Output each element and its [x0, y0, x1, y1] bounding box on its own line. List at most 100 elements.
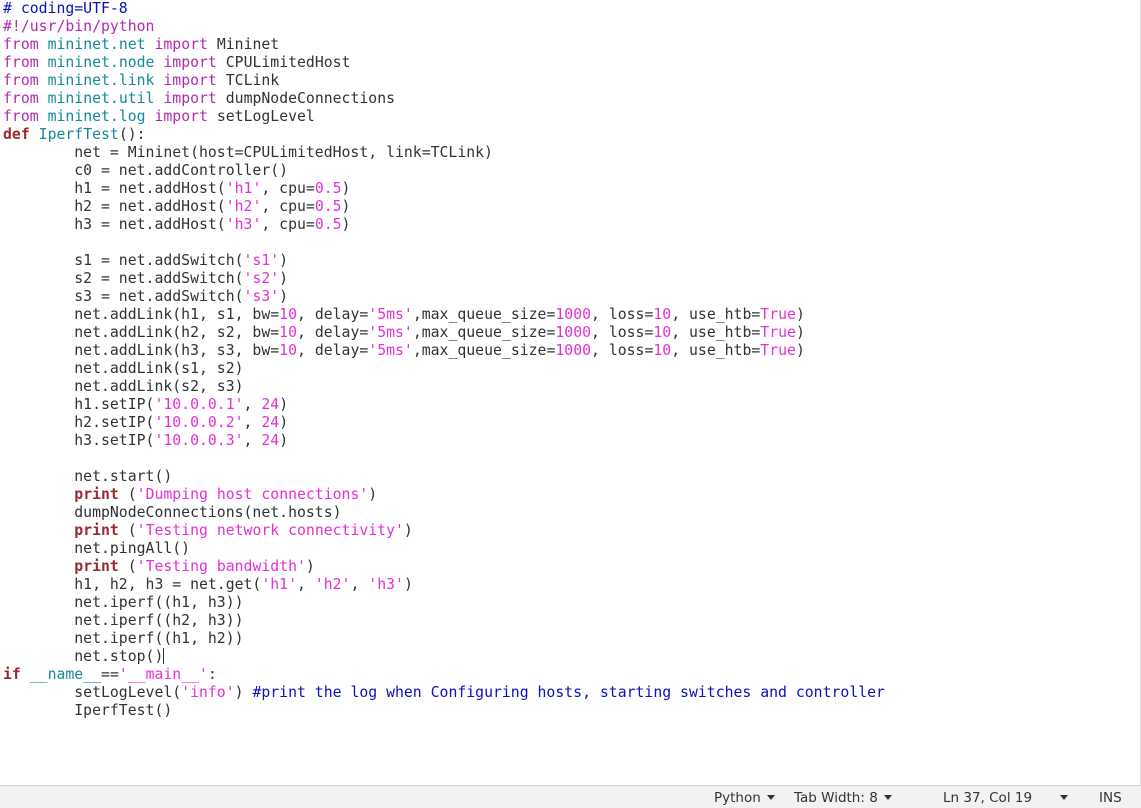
code-line[interactable]: h3 = net.addHost('h3', cpu=0.5)	[3, 216, 885, 234]
tab-width-label: Tab Width: 8	[794, 790, 878, 806]
code-token: c0 = net.addController()	[3, 162, 289, 179]
code-token: h2.setIP(	[3, 414, 155, 431]
code-line[interactable]: net.addLink(h1, s1, bw=10, delay='5ms',m…	[3, 306, 885, 324]
code-token: 10	[653, 306, 672, 323]
code-line[interactable]: net.iperf((h1, h2))	[3, 630, 885, 648]
code-token: h1, h2, h3 = net.get(	[3, 576, 262, 593]
chevron-down-icon	[766, 795, 775, 800]
code-token: setLogLevel	[207, 108, 315, 125]
code-line[interactable]: h2.setIP('10.0.0.2', 24)	[3, 414, 885, 432]
code-line[interactable]: print ('Testing network connectivity')	[3, 522, 885, 540]
code-line[interactable]: net.stop()	[3, 648, 885, 666]
code-line[interactable]: def IperfTest():	[3, 126, 885, 144]
code-token: IperfTest	[38, 126, 119, 143]
code-line[interactable]: from mininet.net import Mininet	[3, 36, 885, 54]
code-token: )	[341, 216, 351, 233]
code-token: from	[3, 108, 39, 125]
code-line[interactable]: net.iperf((h2, h3))	[3, 612, 885, 630]
code-token: 10	[653, 324, 672, 341]
cursor-position[interactable]: Ln 37, Col 19	[943, 789, 1032, 807]
code-line[interactable]: h2 = net.addHost('h2', cpu=0.5)	[3, 198, 885, 216]
text-cursor	[163, 648, 165, 664]
code-line[interactable]	[3, 450, 885, 468]
code-token: 's1'	[243, 252, 280, 269]
code-line[interactable]: net.addLink(s2, s3)	[3, 378, 885, 396]
code-line[interactable]: # coding=UTF-8	[3, 0, 885, 18]
tab-width-selector[interactable]: Tab Width: 8	[794, 789, 892, 807]
code-token: mininet.log	[47, 108, 146, 125]
code-token: from	[3, 72, 39, 89]
code-line[interactable]: from mininet.link import TCLink	[3, 72, 885, 90]
code-line[interactable]: net.addLink(h2, s2, bw=10, delay='5ms',m…	[3, 324, 885, 342]
code-line[interactable]: dumpNodeConnections(net.hosts)	[3, 504, 885, 522]
code-line[interactable]: print ('Testing bandwidth')	[3, 558, 885, 576]
code-token: print	[74, 486, 119, 503]
code-token: 'Dumping host connections'	[136, 486, 369, 503]
code-token: ():	[118, 126, 146, 143]
code-line[interactable]: h1 = net.addHost('h1', cpu=0.5)	[3, 180, 885, 198]
code-token: import	[163, 72, 217, 89]
code-token: s2 = net.addSwitch(	[3, 270, 244, 287]
code-line[interactable]: net.iperf((h1, h3))	[3, 594, 885, 612]
code-line[interactable]: net.pingAll()	[3, 540, 885, 558]
position-menu[interactable]	[1060, 789, 1068, 807]
code-token: CPULimitedHost	[216, 54, 351, 71]
code-token: net.start()	[3, 468, 173, 485]
code-token: (	[118, 486, 137, 503]
code-line[interactable]: h1, h2, h3 = net.get('h1', 'h2', 'h3')	[3, 576, 885, 594]
code-text[interactable]: # coding=UTF-8 #!/usr/bin/python from mini…	[3, 0, 885, 720]
code-line[interactable]: s1 = net.addSwitch('s1')	[3, 252, 885, 270]
code-token: mininet.link	[47, 72, 155, 89]
code-line[interactable]: if __name__=='__main__':	[3, 666, 885, 684]
code-line[interactable]: IperfTest()	[3, 702, 885, 720]
code-token: net.iperf((h1, h3))	[3, 594, 244, 611]
code-line[interactable]: from mininet.log import setLogLevel	[3, 108, 885, 126]
code-token: 'h2'	[314, 576, 351, 593]
code-line[interactable]: from mininet.util import dumpNodeConnect…	[3, 90, 885, 108]
code-line[interactable]	[3, 234, 885, 252]
code-token: print	[74, 522, 119, 539]
code-token: #print the log when Configuring hosts, s…	[252, 684, 885, 701]
code-editor[interactable]: # coding=UTF-8 #!/usr/bin/python from mini…	[0, 0, 1141, 785]
code-line[interactable]: net.start()	[3, 468, 885, 486]
code-token: h1 = net.addHost(	[3, 180, 226, 197]
code-line[interactable]: #!/usr/bin/python	[3, 18, 885, 36]
chevron-down-icon	[1060, 795, 1068, 800]
code-line[interactable]: net = Mininet(host=CPULimitedHost, link=…	[3, 144, 885, 162]
code-token: import	[163, 90, 217, 107]
code-token: ,	[243, 432, 262, 449]
code-token: net.addLink(h2, s2, bw=	[3, 324, 280, 341]
language-label: Python	[714, 790, 761, 806]
code-line[interactable]: s2 = net.addSwitch('s2')	[3, 270, 885, 288]
code-token: mininet.node	[47, 54, 155, 71]
code-token: True	[760, 342, 796, 359]
code-line[interactable]: net.addLink(s1, s2)	[3, 360, 885, 378]
code-token: net.pingAll()	[3, 540, 191, 557]
code-line[interactable]: s3 = net.addSwitch('s3')	[3, 288, 885, 306]
code-token: ,	[243, 414, 262, 431]
insert-mode-indicator[interactable]: INS	[1099, 789, 1122, 807]
code-line[interactable]: setLogLevel('info') #print the log when …	[3, 684, 885, 702]
code-line[interactable]: net.addLink(h3, s3, bw=10, delay='5ms',m…	[3, 342, 885, 360]
code-token: 1000	[555, 324, 592, 341]
code-token: ,max_queue_size=	[412, 342, 556, 359]
code-token: 10	[279, 324, 297, 341]
code-line[interactable]: print ('Dumping host connections')	[3, 486, 885, 504]
code-line[interactable]: h1.setIP('10.0.0.1', 24)	[3, 396, 885, 414]
code-token: print	[74, 558, 119, 575]
code-line[interactable]: h3.setIP('10.0.0.3', 24)	[3, 432, 885, 450]
code-token: __name__	[29, 666, 102, 683]
language-selector[interactable]: Python	[714, 789, 775, 807]
code-token: , delay=	[297, 342, 369, 359]
code-token: ,	[243, 396, 262, 413]
code-token: setLogLevel(	[3, 684, 182, 701]
code-line[interactable]: c0 = net.addController()	[3, 162, 885, 180]
code-token: 10	[279, 342, 297, 359]
code-token: '5ms'	[368, 342, 413, 359]
code-token: )	[279, 396, 289, 413]
code-line[interactable]: from mininet.node import CPULimitedHost	[3, 54, 885, 72]
code-token: 'h2'	[225, 198, 262, 215]
code-token: , use_htb=	[671, 342, 761, 359]
